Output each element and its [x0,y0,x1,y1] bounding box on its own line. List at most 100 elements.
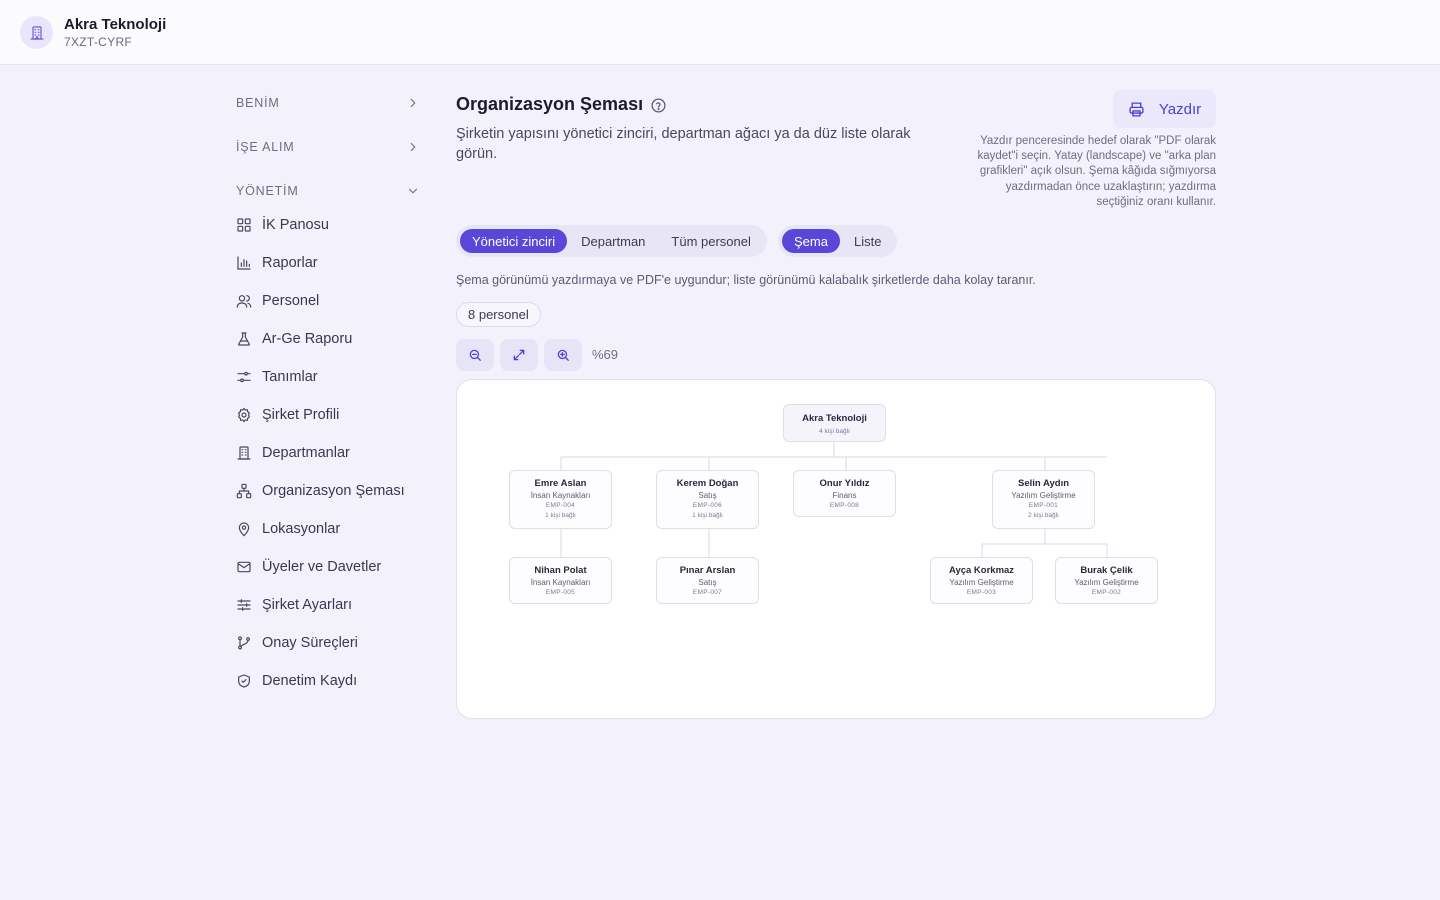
sidebar-item-label: Tanımlar [262,369,318,385]
sidebar-item-label: Organizasyon Şeması [262,483,405,499]
sidebar-item-tanimlar[interactable]: Tanımlar [236,363,420,391]
node-reports: 4 kişi bağlı [819,428,850,435]
org-node-person[interactable]: Pınar Arslan Satış EMP-007 [656,557,759,604]
view-mode-toggle: Yönetici zinciri Departman Tüm personel [456,225,767,257]
sidebar-section-benim[interactable]: BENİM [236,93,420,113]
sidebar-section-label: BENİM [236,96,280,110]
node-reports: 1 kişi bağlı [692,512,723,519]
zoom-level: %69 [592,347,619,362]
node-employee-code: EMP-003 [966,589,997,596]
sidebar-item-ar-ge-raporu[interactable]: Ar-Ge Raporu [236,325,420,353]
org-node-person[interactable]: Nihan Polat İnsan Kaynakları EMP-005 [509,557,612,604]
sidebar-section-label: YÖNETİM [236,184,299,198]
sidebar-item-sirket-ayarlari[interactable]: Şirket Ayarları [236,591,420,619]
sidebar-section-ise-alim[interactable]: İŞE ALIM [236,137,420,157]
node-name: Pınar Arslan [679,565,736,576]
gear-icon [238,407,250,423]
sidebar-item-label: Onay Süreçleri [262,635,358,651]
page-title: Organizasyon Şeması [456,94,644,114]
print-hint: Yazdır penceresinde hedef olarak "PDF ol… [977,135,1216,208]
node-department: İnsan Kaynakları [530,578,591,587]
sliders-icon [237,599,251,611]
node-department: Yazılım Geliştirme [1011,491,1076,500]
node-name: Kerem Doğan [676,478,739,489]
zoom-in-icon [557,349,569,361]
sidebar-item-ik-panosu[interactable]: İK Panosu [236,211,420,239]
org-node-person[interactable]: Selin Aydın Yazılım Geliştirme EMP-001 2… [992,470,1095,529]
toggles-icon [237,371,251,383]
sidebar-item-label: Şirket Ayarları [262,597,352,613]
company-code: 7XZT-CYRF [64,35,133,49]
node-reports: 2 kişi bağlı [1028,512,1059,519]
node-department: Satış [698,578,717,587]
sidebar-item-lokasyonlar[interactable]: Lokasyonlar [236,515,420,543]
sidebar-item-organizasyon-semasi[interactable]: Organizasyon Şeması [236,477,420,505]
tab-sema[interactable]: Şema [782,229,840,253]
map-pin-icon [238,522,250,537]
sidebar-item-label: Ar-Ge Raporu [262,331,353,347]
sidebar-item-denetim-kaydi[interactable]: Denetim Kaydı [236,667,420,695]
org-node-person[interactable]: Emre Aslan İnsan Kaynakları EMP-004 1 ki… [509,470,612,529]
node-department: İnsan Kaynakları [530,491,591,500]
chevron-right-icon [410,98,416,108]
node-name: Selin Aydın [1017,478,1070,489]
personnel-count-badge: 8 personel [456,302,541,327]
org-node-person[interactable]: Onur Yıldız Finans EMP-008 [793,470,896,517]
node-department: Satış [698,491,717,500]
org-chart-canvas[interactable]: Akra Teknoloji 4 kişi bağlı Emre Aslan İ… [456,379,1216,719]
node-department: Yazılım Geliştirme [1074,578,1139,587]
sidebar-item-sirket-profili[interactable]: Şirket Profili [236,401,420,429]
shield-check-icon [238,674,250,688]
node-department: Yazılım Geliştirme [949,578,1014,587]
users-icon [236,295,252,308]
zoom-in-button[interactable] [544,339,582,371]
sidebar-item-label: Lokasyonlar [262,521,341,537]
sidebar-item-departmanlar[interactable]: Departmanlar [236,439,420,467]
sidebar-item-label: Üyeler ve Davetler [262,559,382,575]
sidebar-item-label: Raporlar [262,255,318,271]
help-icon[interactable] [650,97,667,114]
chevron-right-icon [410,142,416,152]
zoom-out-button[interactable] [456,339,494,371]
expand-icon [513,349,525,361]
building-icon[interactable] [20,16,53,49]
chevron-down-icon [408,188,418,194]
node-employee-code: EMP-004 [545,502,576,509]
fit-to-screen-button[interactable] [500,339,538,371]
sidebar-item-label: İK Panosu [262,217,329,233]
print-button-label: Yazdır [1158,100,1202,118]
org-node-person[interactable]: Kerem Doğan Satış EMP-006 1 kişi bağlı [656,470,759,529]
sidebar-section-label: İŞE ALIM [236,140,295,154]
node-employee-code: EMP-008 [829,502,860,509]
sidebar-section-yonetim[interactable]: YÖNETİM [236,181,420,201]
flask-icon [238,332,250,346]
node-employee-code: EMP-006 [692,502,723,509]
org-node-person[interactable]: Ayça Korkmaz Yazılım Geliştirme EMP-003 [930,557,1033,604]
sidebar-item-uyeler-ve-davetler[interactable]: Üyeler ve Davetler [236,553,420,581]
node-name: Nihan Polat [534,565,587,576]
tab-liste[interactable]: Liste [842,229,893,253]
sidebar-item-label: Departmanlar [262,445,350,461]
print-button[interactable]: Yazdır [1113,90,1216,128]
node-name: Burak Çelik [1080,565,1133,576]
tab-yonetici-zinciri[interactable]: Yönetici zinciri [460,229,568,253]
display-mode-toggle: Şema Liste [778,225,898,257]
bar-chart-icon [237,256,251,270]
node-employee-code: EMP-001 [1028,502,1059,509]
tab-tum-personel[interactable]: Tüm personel [659,229,762,253]
sidebar-item-onay-surecleri[interactable]: Onay Süreçleri [236,629,420,657]
org-node-person[interactable]: Burak Çelik Yazılım Geliştirme EMP-002 [1055,557,1158,604]
tab-departman[interactable]: Departman [569,229,657,253]
node-department: Finans [832,491,857,500]
view-note: Şema görünümü yazdırmaya ve PDF'e uygund… [456,273,1036,287]
node-employee-code: EMP-002 [1091,589,1122,596]
company-name: Akra Teknoloji [64,16,167,33]
top-bar: Akra Teknoloji 7XZT-CYRF [0,0,1440,65]
sidebar-item-personel[interactable]: Personel [236,287,420,315]
sidebar-item-label: Şirket Profili [262,407,340,423]
org-chart-icon [236,483,252,499]
org-node-root[interactable]: Akra Teknoloji 4 kişi bağlı [783,404,886,442]
sidebar-item-raporlar[interactable]: Raporlar [236,249,420,277]
node-employee-code: EMP-005 [545,589,576,596]
node-name: Akra Teknoloji [802,413,867,424]
